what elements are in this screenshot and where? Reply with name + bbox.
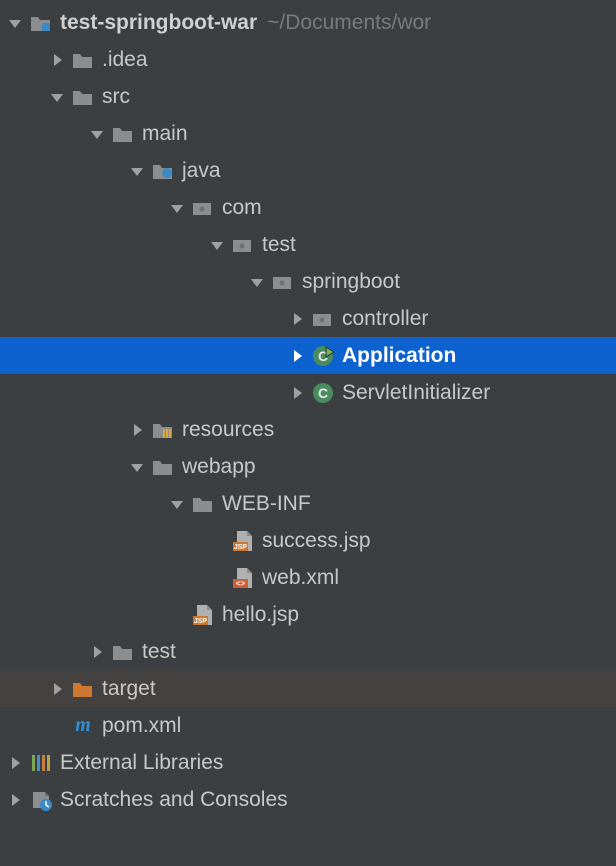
package-icon: [272, 271, 294, 293]
tree-node-java[interactable]: java: [0, 152, 616, 189]
tree-node-external-libraries[interactable]: External Libraries: [0, 744, 616, 781]
folder-icon: [152, 456, 174, 478]
node-label: src: [102, 85, 130, 109]
tree-node-root[interactable]: test-springboot-war ~/Documents/wor: [0, 4, 616, 41]
tree-node-src[interactable]: src: [0, 78, 616, 115]
node-label: resources: [182, 418, 274, 442]
node-label: Application: [342, 344, 456, 368]
node-label: test-springboot-war: [60, 11, 257, 35]
chevron-down-icon[interactable]: [168, 495, 186, 513]
tree-node-idea[interactable]: .idea: [0, 41, 616, 78]
node-label: pom.xml: [102, 714, 181, 738]
resources-folder-icon: [152, 419, 174, 441]
chevron-right-icon[interactable]: [48, 51, 66, 69]
libraries-icon: [30, 752, 52, 774]
package-icon: [312, 308, 334, 330]
tree-node-controller[interactable]: controller: [0, 300, 616, 337]
tree-node-resources[interactable]: resources: [0, 411, 616, 448]
tree-node-successjsp[interactable]: success.jsp: [0, 522, 616, 559]
jsp-file-icon: [232, 530, 254, 552]
scratches-icon: [30, 789, 52, 811]
folder-icon: [192, 493, 214, 515]
project-tree[interactable]: test-springboot-war ~/Documents/wor .ide…: [0, 0, 616, 818]
chevron-down-icon[interactable]: [128, 458, 146, 476]
node-label: com: [222, 196, 262, 220]
node-hint: ~/Documents/wor: [267, 11, 431, 35]
tree-node-com[interactable]: com: [0, 189, 616, 226]
source-folder-icon: [152, 160, 174, 182]
folder-icon: [112, 123, 134, 145]
xml-file-icon: [232, 567, 254, 589]
chevron-down-icon[interactable]: [6, 14, 24, 32]
runnable-class-icon: [312, 345, 334, 367]
chevron-right-icon[interactable]: [6, 791, 24, 809]
chevron-down-icon[interactable]: [128, 162, 146, 180]
node-label: External Libraries: [60, 751, 223, 775]
package-icon: [232, 234, 254, 256]
node-label: success.jsp: [262, 529, 371, 553]
tree-node-testdir[interactable]: test: [0, 633, 616, 670]
folder-icon: [112, 641, 134, 663]
chevron-down-icon[interactable]: [48, 88, 66, 106]
chevron-right-icon[interactable]: [6, 754, 24, 772]
tree-node-application[interactable]: Application: [0, 337, 616, 374]
tree-node-webinf[interactable]: WEB-INF: [0, 485, 616, 522]
node-label: hello.jsp: [222, 603, 299, 627]
node-label: Scratches and Consoles: [60, 788, 288, 812]
node-label: webapp: [182, 455, 256, 479]
tree-node-webapp[interactable]: webapp: [0, 448, 616, 485]
tree-node-springboot[interactable]: springboot: [0, 263, 616, 300]
package-icon: [192, 197, 214, 219]
chevron-right-icon[interactable]: [288, 310, 306, 328]
chevron-right-icon[interactable]: [288, 384, 306, 402]
node-label: controller: [342, 307, 428, 331]
node-label: test: [142, 640, 176, 664]
chevron-right-icon[interactable]: [88, 643, 106, 661]
chevron-down-icon[interactable]: [88, 125, 106, 143]
tree-node-hellojsp[interactable]: hello.jsp: [0, 596, 616, 633]
node-label: test: [262, 233, 296, 257]
tree-node-target[interactable]: target: [0, 670, 616, 707]
chevron-down-icon[interactable]: [168, 199, 186, 217]
node-label: .idea: [102, 48, 148, 72]
maven-file-icon: m: [72, 714, 94, 737]
node-label: WEB-INF: [222, 492, 311, 516]
tree-node-scratches[interactable]: Scratches and Consoles: [0, 781, 616, 818]
node-label: target: [102, 677, 156, 701]
class-icon: [312, 382, 334, 404]
jsp-file-icon: [192, 604, 214, 626]
module-icon: [30, 12, 52, 34]
tree-node-pom[interactable]: m pom.xml: [0, 707, 616, 744]
excluded-folder-icon: [72, 678, 94, 700]
node-label: springboot: [302, 270, 400, 294]
chevron-down-icon[interactable]: [248, 273, 266, 291]
chevron-down-icon[interactable]: [208, 236, 226, 254]
chevron-right-icon[interactable]: [48, 680, 66, 698]
node-label: ServletInitializer: [342, 381, 490, 405]
tree-node-webxml[interactable]: web.xml: [0, 559, 616, 596]
folder-icon: [72, 86, 94, 108]
node-label: java: [182, 159, 221, 183]
tree-node-servletinitializer[interactable]: ServletInitializer: [0, 374, 616, 411]
tree-node-test-pkg[interactable]: test: [0, 226, 616, 263]
chevron-right-icon[interactable]: [288, 347, 306, 365]
node-label: main: [142, 122, 188, 146]
chevron-right-icon[interactable]: [128, 421, 146, 439]
tree-node-main[interactable]: main: [0, 115, 616, 152]
node-label: web.xml: [262, 566, 339, 590]
folder-icon: [72, 49, 94, 71]
